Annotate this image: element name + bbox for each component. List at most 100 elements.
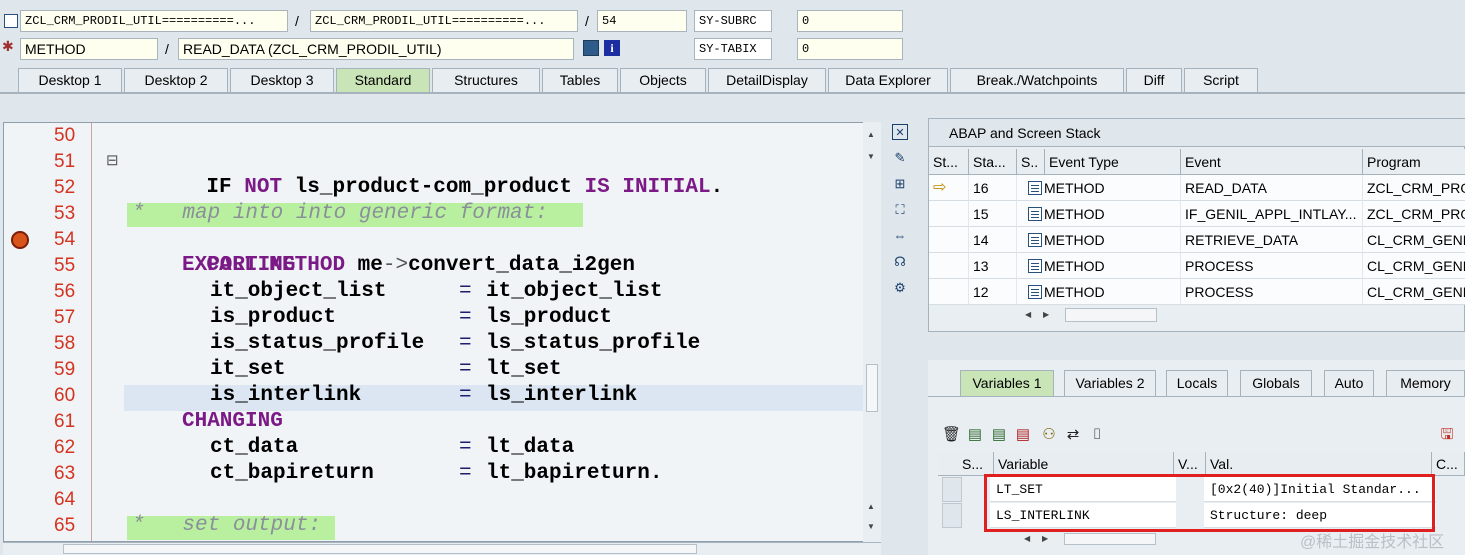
hierarchy-icon[interactable]: ⚇ xyxy=(1040,426,1058,444)
tab-data-explorer[interactable]: Data Explorer xyxy=(828,68,948,92)
tab-desktop-2[interactable]: Desktop 2 xyxy=(124,68,228,92)
event-name[interactable]: PROCESS xyxy=(1181,253,1363,279)
tree-icon[interactable]: ⊞ xyxy=(892,176,908,192)
event-name[interactable]: READ_DATA xyxy=(1181,175,1363,201)
type-field[interactable]: METHOD xyxy=(20,38,158,60)
column-header[interactable]: Sta... xyxy=(969,149,1017,175)
line-field[interactable]: 54 xyxy=(597,10,687,32)
event-type[interactable]: METHOD xyxy=(1024,253,1181,279)
resize-icon[interactable]: ⇔ xyxy=(892,228,908,244)
close-icon[interactable]: ✕ xyxy=(892,124,908,140)
include-field[interactable]: ZCL_CRM_PRODIL_UTIL==========... xyxy=(310,10,578,32)
tab-variables-1[interactable]: Variables 1 xyxy=(960,370,1054,396)
column-header[interactable]: St... xyxy=(929,149,969,175)
maximize-icon[interactable]: ⛶ xyxy=(892,202,908,218)
method-field[interactable]: READ_DATA (ZCL_CRM_PRODIL_UTIL) xyxy=(178,38,574,60)
stack-level[interactable]: 12 xyxy=(969,279,1017,305)
tab-locals[interactable]: Locals xyxy=(1166,370,1228,396)
structure-icon[interactable]: ⚙ xyxy=(892,280,908,296)
tab-standard[interactable]: Standard xyxy=(336,68,430,92)
scroll-down-icon[interactable]: ▼ xyxy=(867,152,875,161)
scroll-right-icon[interactable]: ▶ xyxy=(1042,532,1048,546)
navigate-icon[interactable]: ⇄ xyxy=(1064,426,1082,444)
scroll-left-icon[interactable]: ◀ xyxy=(1024,532,1030,546)
tab-auto[interactable]: Auto xyxy=(1324,370,1374,396)
stack-horizontal-scrollbar[interactable]: ◀ ▶ xyxy=(1025,307,1165,323)
sysvar-label-1[interactable]: SY-SUBRC xyxy=(694,10,772,32)
import-icon[interactable]: ▤ xyxy=(966,426,984,444)
delete-icon[interactable]: 🗑 xyxy=(942,426,961,444)
column-header[interactable]: C... xyxy=(1432,452,1465,476)
column-header[interactable]: S.. xyxy=(1017,149,1045,175)
filter-icon[interactable]: ⌷ xyxy=(1088,426,1106,444)
save-list-icon[interactable]: ▤ xyxy=(1014,426,1032,444)
line-number: 55 xyxy=(54,255,76,276)
scroll-down-icon[interactable]: ▼ xyxy=(867,522,875,531)
scroll-up-icon[interactable]: ▲ xyxy=(867,502,875,511)
event-name[interactable]: RETRIEVE_DATA xyxy=(1181,227,1363,253)
headset-icon[interactable]: ☊ xyxy=(892,254,908,270)
event-type[interactable]: METHOD xyxy=(1024,279,1181,305)
scroll-thumb[interactable] xyxy=(1064,533,1156,545)
variables-horizontal-scrollbar[interactable]: ◀ ▶ xyxy=(1024,532,1164,546)
row-selector[interactable] xyxy=(942,503,962,528)
tab-desktop-1[interactable]: Desktop 1 xyxy=(18,68,122,92)
event-name[interactable]: PROCESS xyxy=(1181,279,1363,305)
tab-tables[interactable]: Tables xyxy=(542,68,618,92)
sysvar-value-1[interactable]: 0 xyxy=(797,10,903,32)
desktop-tabs: Desktop 1 Desktop 2 Desktop 3 Standard S… xyxy=(0,68,1465,92)
scroll-right-icon[interactable]: ▶ xyxy=(1043,307,1049,323)
program-name[interactable]: CL_CRM_GENE xyxy=(1363,227,1465,253)
tab-globals[interactable]: Globals xyxy=(1240,370,1312,396)
column-header[interactable]: V... xyxy=(1174,452,1206,476)
new-icon[interactable]: ✎ xyxy=(892,150,908,166)
stack-level[interactable]: 15 xyxy=(969,201,1017,227)
column-header[interactable]: Event xyxy=(1181,149,1363,175)
event-type[interactable]: METHOD xyxy=(1024,175,1181,201)
event-type[interactable]: METHOD xyxy=(1024,227,1181,253)
program-name[interactable]: CL_CRM_GENE xyxy=(1363,279,1465,305)
tab-objects[interactable]: Objects xyxy=(620,68,706,92)
stack-level[interactable]: 13 xyxy=(969,253,1017,279)
program-name[interactable]: ZCL_CRM_PRO xyxy=(1363,201,1465,227)
program-field[interactable]: ZCL_CRM_PRODIL_UTIL==========... xyxy=(20,10,288,32)
editor-horizontal-scrollbar[interactable] xyxy=(3,542,881,555)
scroll-thumb[interactable] xyxy=(866,364,878,412)
info-icon[interactable]: i xyxy=(604,40,620,56)
row-selector[interactable] xyxy=(942,477,962,502)
tab-script[interactable]: Script xyxy=(1184,68,1258,92)
scroll-thumb[interactable] xyxy=(63,544,697,554)
program-name[interactable]: CL_CRM_GENE xyxy=(1363,253,1465,279)
tab-memory[interactable]: Memory xyxy=(1386,370,1465,396)
event-name[interactable]: IF_GENIL_APPL_INTLAY... xyxy=(1181,201,1363,227)
stack-level[interactable]: 14 xyxy=(969,227,1017,253)
column-header[interactable]: Val. xyxy=(1206,452,1432,476)
sysvar-label-2[interactable]: SY-TABIX xyxy=(694,38,772,60)
export-icon[interactable]: ▤ xyxy=(990,426,1008,444)
fold-toggle-icon[interactable]: ⊟ xyxy=(106,151,120,171)
editor-vertical-scrollbar[interactable]: ▲ ▼ ▲ ▼ xyxy=(863,122,881,542)
column-header[interactable]: Event Type xyxy=(1045,149,1181,175)
line-number: 59 xyxy=(54,359,76,380)
tab-variables-2[interactable]: Variables 2 xyxy=(1064,370,1156,396)
tab-breakpoints[interactable]: Break./Watchpoints xyxy=(950,68,1124,92)
tab-desktop-3[interactable]: Desktop 3 xyxy=(230,68,334,92)
program-name[interactable]: ZCL_CRM_PRO xyxy=(1363,175,1465,201)
tab-detaildisplay[interactable]: DetailDisplay xyxy=(708,68,826,92)
column-header[interactable]: Program xyxy=(1363,149,1465,175)
column-header[interactable]: Variable xyxy=(994,452,1174,476)
stack-level[interactable]: 16 xyxy=(969,175,1017,201)
scroll-up-icon[interactable]: ▲ xyxy=(867,130,875,139)
source-editor[interactable]: 50 51 52 53 54 55 56 57 58 59 60 61 62 6… xyxy=(3,122,865,542)
event-type[interactable]: METHOD xyxy=(1024,201,1181,227)
scroll-thumb[interactable] xyxy=(1065,308,1157,322)
save-icon[interactable]: 🖫 xyxy=(1438,426,1456,444)
line-number: 64 xyxy=(54,489,76,510)
tab-structures[interactable]: Structures xyxy=(432,68,540,92)
breakpoint-icon[interactable] xyxy=(11,231,29,249)
column-header[interactable]: S... xyxy=(938,452,994,476)
scroll-left-icon[interactable]: ◀ xyxy=(1025,307,1031,323)
display-icon[interactable] xyxy=(583,40,599,56)
tab-diff[interactable]: Diff xyxy=(1126,68,1182,92)
sysvar-value-2[interactable]: 0 xyxy=(797,38,903,60)
